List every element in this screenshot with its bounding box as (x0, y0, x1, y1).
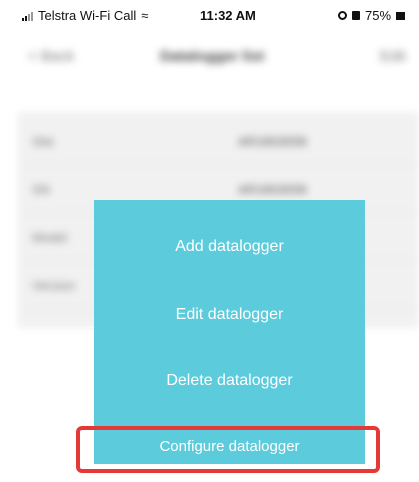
row-label: Model (32, 230, 68, 245)
wifi-icon: ≈ (141, 8, 149, 23)
location-icon (338, 11, 347, 20)
battery-icon (396, 11, 406, 20)
status-left: Telstra Wi-Fi Call ≈ (22, 8, 148, 23)
row-label: Version (32, 278, 76, 293)
signal-strength-icon (22, 11, 33, 21)
row-value: AR1803058 (238, 182, 307, 197)
orientation-lock-icon (352, 11, 360, 20)
page-title: Datalogger list (160, 48, 265, 65)
status-bar: Telstra Wi-Fi Call ≈ 11:32 AM 75% (0, 0, 419, 30)
carrier-label: Telstra Wi-Fi Call (38, 8, 137, 23)
status-time: 11:32 AM (200, 8, 256, 23)
datalogger-action-menu: Add datalogger Edit datalogger Delete da… (94, 200, 365, 464)
edit-datalogger-button[interactable]: Edit datalogger (94, 291, 365, 339)
nav-bar: < Back Datalogger list Edit (0, 38, 419, 74)
configure-datalogger-button[interactable]: Configure datalogger (94, 423, 365, 471)
add-datalogger-button[interactable]: Add datalogger (94, 223, 365, 271)
row-label: SN (32, 182, 51, 197)
row-value: AR1803058 (238, 134, 307, 149)
battery-percent: 75% (365, 8, 392, 23)
edit-button[interactable]: Edit (380, 48, 406, 65)
status-right: 75% (338, 8, 406, 23)
delete-datalogger-button[interactable]: Delete datalogger (94, 357, 365, 405)
row-label: Site (32, 134, 55, 149)
back-button[interactable]: < Back (28, 48, 74, 65)
list-item[interactable]: Site AR1803058 (18, 120, 419, 165)
